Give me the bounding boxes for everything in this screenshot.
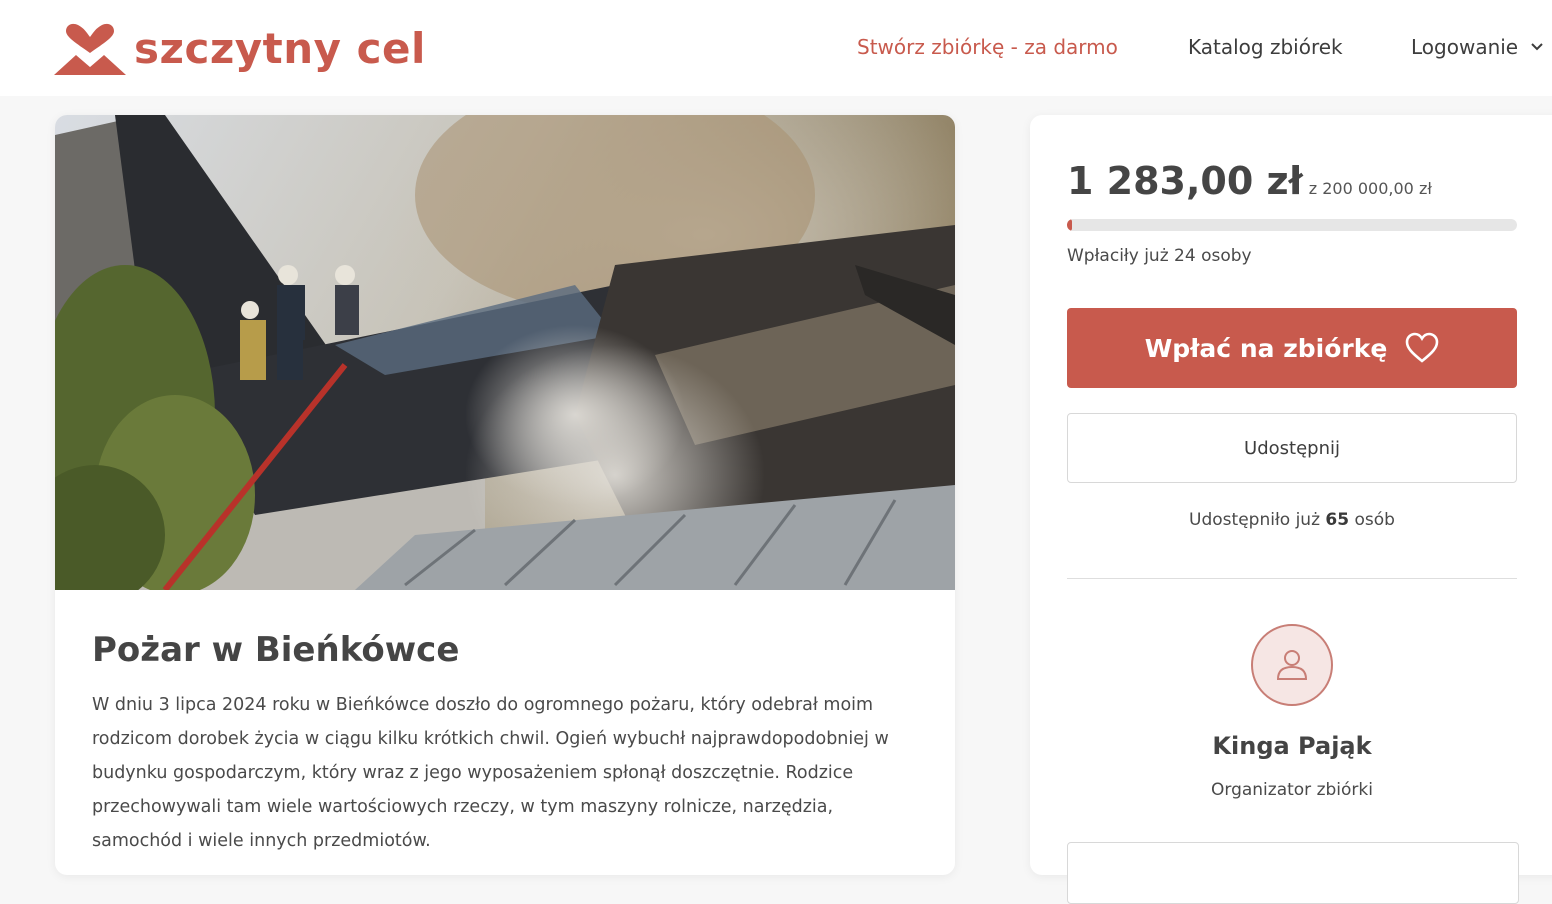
donate-button-label: Wpłać na zbiórkę bbox=[1144, 333, 1388, 363]
campaign-description: W dniu 3 lipca 2024 roku w Bieńkówce dos… bbox=[92, 695, 889, 851]
progress-bar bbox=[1067, 219, 1517, 231]
organizer-name[interactable]: Kinga Pająk bbox=[1067, 732, 1517, 760]
progress-fill bbox=[1067, 219, 1072, 231]
shares-number: 65 bbox=[1325, 510, 1350, 530]
avatar[interactable] bbox=[1251, 624, 1333, 706]
nav-login-label: Logowanie bbox=[1411, 35, 1519, 59]
heart-logo-icon bbox=[54, 23, 126, 75]
shares-count: Udostępniło już 65 osób bbox=[1067, 510, 1517, 530]
campaign-title: Pożar w Bieńkówce bbox=[92, 630, 460, 670]
user-icon bbox=[1276, 650, 1308, 680]
organizer-role: Organizator zbiórki bbox=[1211, 780, 1373, 800]
funding-amount: 1 283,00 zł z 200 000,00 zł bbox=[1067, 159, 1432, 203]
heart-icon bbox=[1406, 332, 1439, 363]
nav-login[interactable]: Logowanie bbox=[1411, 35, 1544, 59]
donate-button[interactable]: Wpłać na zbiórkę bbox=[1067, 308, 1517, 388]
raised-amount: 1 283,00 zł bbox=[1067, 159, 1303, 203]
divider bbox=[1067, 578, 1517, 579]
logo[interactable]: szczytny cel bbox=[54, 22, 426, 76]
share-button[interactable]: Udostępnij bbox=[1067, 413, 1517, 483]
logo-text: szczytny cel bbox=[134, 24, 426, 73]
panel-next-button[interactable] bbox=[1067, 842, 1519, 904]
donors-count: Wpłaciły już 24 osoby bbox=[1067, 246, 1252, 266]
shares-prefix: Udostępniło już bbox=[1189, 510, 1321, 530]
shares-suffix: osób bbox=[1354, 510, 1395, 530]
nav-catalog[interactable]: Katalog zbiórek bbox=[1188, 35, 1343, 59]
donation-panel: 1 283,00 zł z 200 000,00 zł Wpłaciły już… bbox=[1030, 115, 1552, 904]
campaign-image bbox=[55, 115, 955, 590]
nav-create-campaign[interactable]: Stwórz zbiórkę - za darmo bbox=[857, 35, 1118, 59]
campaign-card: Pożar w Bieńkówce W dniu 3 lipca 2024 ro… bbox=[55, 115, 955, 875]
goal-amount: z 200 000,00 zł bbox=[1308, 179, 1432, 198]
chevron-down-icon bbox=[1531, 43, 1543, 51]
site-header: szczytny cel Stwórz zbiórkę - za darmo K… bbox=[0, 0, 1552, 96]
